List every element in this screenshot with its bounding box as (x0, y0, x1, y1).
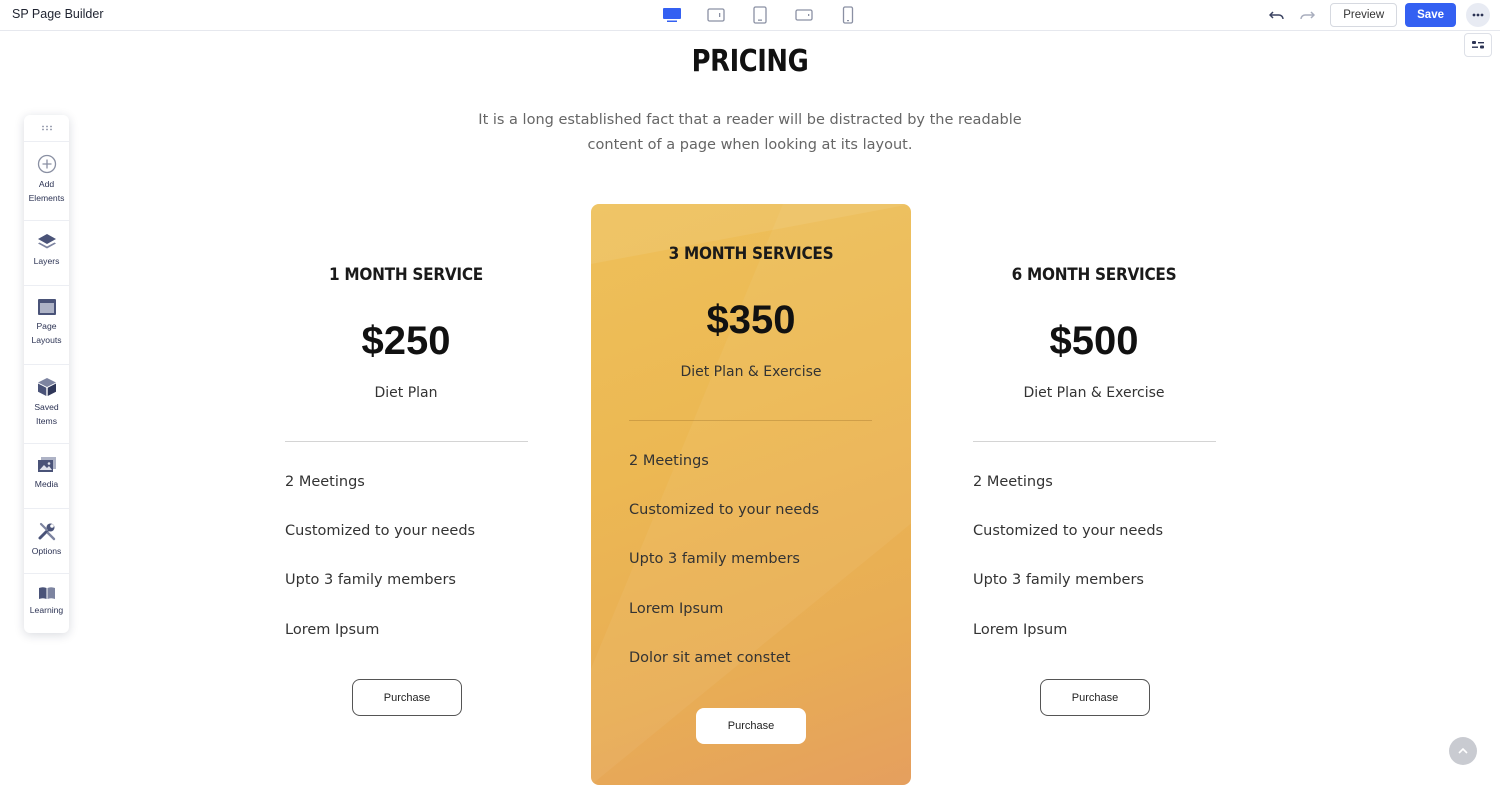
section-title: Pricing (691, 44, 809, 79)
ellipsis-icon (1472, 13, 1484, 17)
toolbar-drag-handle[interactable] (24, 115, 69, 141)
sidebar-item-label: Page Layouts (31, 321, 62, 345)
scroll-to-top-button[interactable] (1449, 737, 1477, 765)
chevron-up-icon (1458, 748, 1468, 754)
card-divider (973, 441, 1216, 442)
sidebar-item-options[interactable]: Options (24, 508, 69, 573)
tablet-landscape-view-button[interactable] (694, 5, 738, 25)
plan-price: $500 (1049, 319, 1139, 363)
sidebar-item-label: Media (34, 479, 59, 489)
top-bar: SP Page Builder Preview Save (0, 0, 1500, 31)
mobile-landscape-view-button[interactable] (782, 5, 826, 25)
feature-item: Upto 3 family members (629, 551, 800, 567)
sidebar-item-label: Saved Items (34, 402, 59, 426)
feature-item: Customized to your needs (629, 502, 820, 518)
grip-icon (41, 125, 52, 131)
book-icon (38, 587, 55, 599)
pricing-card-6-month: 6 Month Services $500 Diet Plan & Exerci… (954, 204, 1234, 784)
desktop-icon (663, 8, 681, 22)
plan-name: 6 Month Services (1011, 265, 1177, 285)
app-title: SP Page Builder (12, 7, 104, 21)
feature-item: Lorem Ipsum (973, 622, 1068, 638)
sidebar-item-label: Add Elements (28, 179, 65, 203)
box-icon (37, 378, 56, 396)
sidebar-item-page-layouts[interactable]: Page Layouts (24, 285, 69, 364)
plan-description: Diet Plan & Exercise (1023, 385, 1165, 401)
plan-description: Diet Plan (374, 385, 438, 401)
feature-item: 2 Meetings (285, 474, 365, 490)
sidebar-item-media[interactable]: Media (24, 443, 69, 508)
card-background-shape (591, 204, 911, 785)
image-icon (37, 457, 56, 472)
mobile-portrait-view-button[interactable] (826, 5, 870, 25)
sidebar-item-add-elements[interactable]: Add Elements (24, 141, 69, 220)
plan-price: $350 (706, 298, 796, 342)
tablet-portrait-view-button[interactable] (738, 5, 782, 25)
layout-icon (37, 299, 56, 315)
purchase-button[interactable]: Purchase (696, 708, 806, 744)
settings-panel-toggle[interactable] (1464, 33, 1492, 57)
feature-item: Lorem Ipsum (285, 622, 380, 638)
mobile-landscape-icon (795, 9, 813, 21)
sidebar-item-label: Layers (33, 256, 60, 266)
sidebar-item-layers[interactable]: Layers (24, 220, 69, 285)
sidebar-item-label: Learning (29, 605, 64, 615)
layers-icon (37, 234, 56, 249)
mobile-portrait-icon (842, 6, 854, 24)
sidebar-item-learning[interactable]: Learning (24, 573, 69, 633)
desktop-view-button[interactable] (650, 5, 694, 25)
feature-item: Dolor sit amet constet (629, 650, 791, 666)
plan-name: 1 Month Service (328, 265, 483, 285)
left-toolbar: Add Elements Layers Page Layouts Saved I… (24, 115, 69, 633)
redo-icon (1300, 11, 1316, 20)
card-divider (285, 441, 528, 442)
sidebar-item-label: Options (31, 546, 62, 556)
preview-button[interactable]: Preview (1330, 3, 1398, 27)
plus-circle-icon (37, 154, 56, 174)
purchase-button[interactable]: Purchase (1040, 679, 1150, 716)
card-divider (629, 420, 872, 421)
tablet-landscape-icon (707, 8, 725, 22)
top-actions: Preview Save (1266, 3, 1490, 27)
feature-item: Customized to your needs (973, 523, 1164, 539)
feature-item: Lorem Ipsum (629, 601, 724, 617)
feature-item: 2 Meetings (973, 474, 1053, 490)
wrench-icon (38, 522, 55, 541)
plan-description: Diet Plan & Exercise (680, 364, 822, 380)
feature-item: Upto 3 family members (285, 572, 456, 588)
undo-icon (1269, 11, 1284, 20)
section-subtitle: It is a long established fact that a rea… (478, 112, 1022, 153)
sidebar-item-saved-items[interactable]: Saved Items (24, 364, 69, 443)
sliders-icon (1472, 41, 1484, 49)
pricing-card-3-month: 3 Month Services $350 Diet Plan & Exerci… (591, 204, 911, 785)
tablet-portrait-icon (753, 6, 767, 24)
purchase-button[interactable]: Purchase (352, 679, 462, 716)
device-switcher (650, 5, 870, 25)
feature-item: Customized to your needs (285, 523, 476, 539)
feature-item: Upto 3 family members (973, 572, 1144, 588)
save-button[interactable]: Save (1405, 3, 1456, 27)
plan-price: $250 (361, 319, 451, 363)
plan-name: 3 Month Services (668, 244, 834, 264)
feature-item: 2 Meetings (629, 453, 709, 469)
pricing-card-1-month: 1 Month Service $250 Diet Plan 2 Meeting… (266, 204, 546, 784)
redo-button[interactable] (1296, 4, 1318, 26)
undo-button[interactable] (1266, 4, 1288, 26)
more-options-button[interactable] (1466, 3, 1490, 27)
